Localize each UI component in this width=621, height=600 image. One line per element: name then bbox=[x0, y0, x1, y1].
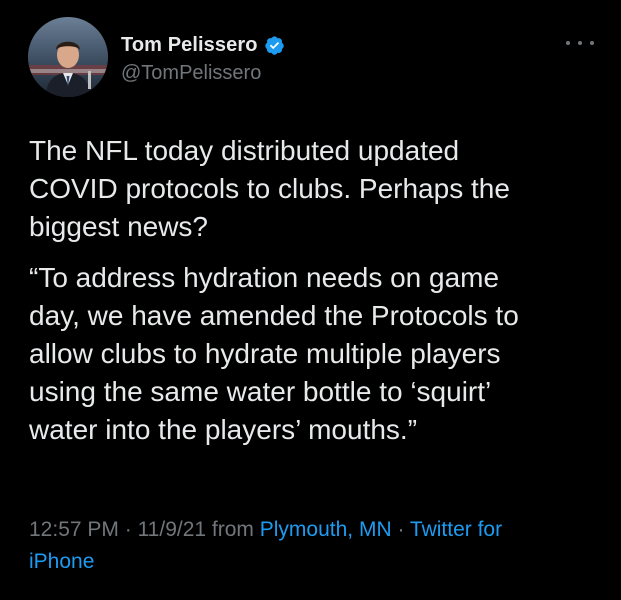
meta-separator: · bbox=[391, 518, 410, 541]
tweet-paragraph: The NFL today distributed updated COVID … bbox=[29, 135, 510, 242]
author-handle[interactable]: @TomPelissero bbox=[121, 62, 285, 85]
location-link[interactable]: Plymouth, MN bbox=[260, 518, 392, 541]
more-dot bbox=[578, 41, 582, 45]
more-options-icon[interactable] bbox=[566, 37, 594, 49]
tweet-metadata: 12:57 PM · 11/9/21 from Plymouth, MN · T… bbox=[29, 514, 609, 578]
meta-separator: · bbox=[118, 518, 138, 541]
tweet-card: Tom Pelissero @TomPelissero The NFL toda… bbox=[0, 0, 621, 600]
more-dot bbox=[590, 41, 594, 45]
meta-from: from bbox=[206, 518, 260, 541]
tweet-date[interactable]: 11/9/21 bbox=[138, 518, 207, 541]
tweet-text: The NFL today distributed updated COVID … bbox=[29, 132, 609, 449]
avatar-photo-icon bbox=[28, 17, 108, 97]
source-label-line2: iPhone bbox=[29, 550, 95, 573]
source-label-line1: Twitter for bbox=[409, 518, 503, 541]
tweet-paragraph: “To address hydration needs on game day,… bbox=[29, 262, 519, 445]
more-dot bbox=[566, 41, 570, 45]
author-name-row: Tom Pelissero bbox=[121, 32, 285, 58]
verified-badge-icon bbox=[264, 35, 285, 56]
author-display-name[interactable]: Tom Pelissero bbox=[121, 34, 258, 57]
tweet-time[interactable]: 12:57 PM bbox=[29, 518, 119, 541]
avatar[interactable] bbox=[28, 17, 108, 97]
author-block[interactable]: Tom Pelissero @TomPelissero bbox=[121, 32, 285, 85]
